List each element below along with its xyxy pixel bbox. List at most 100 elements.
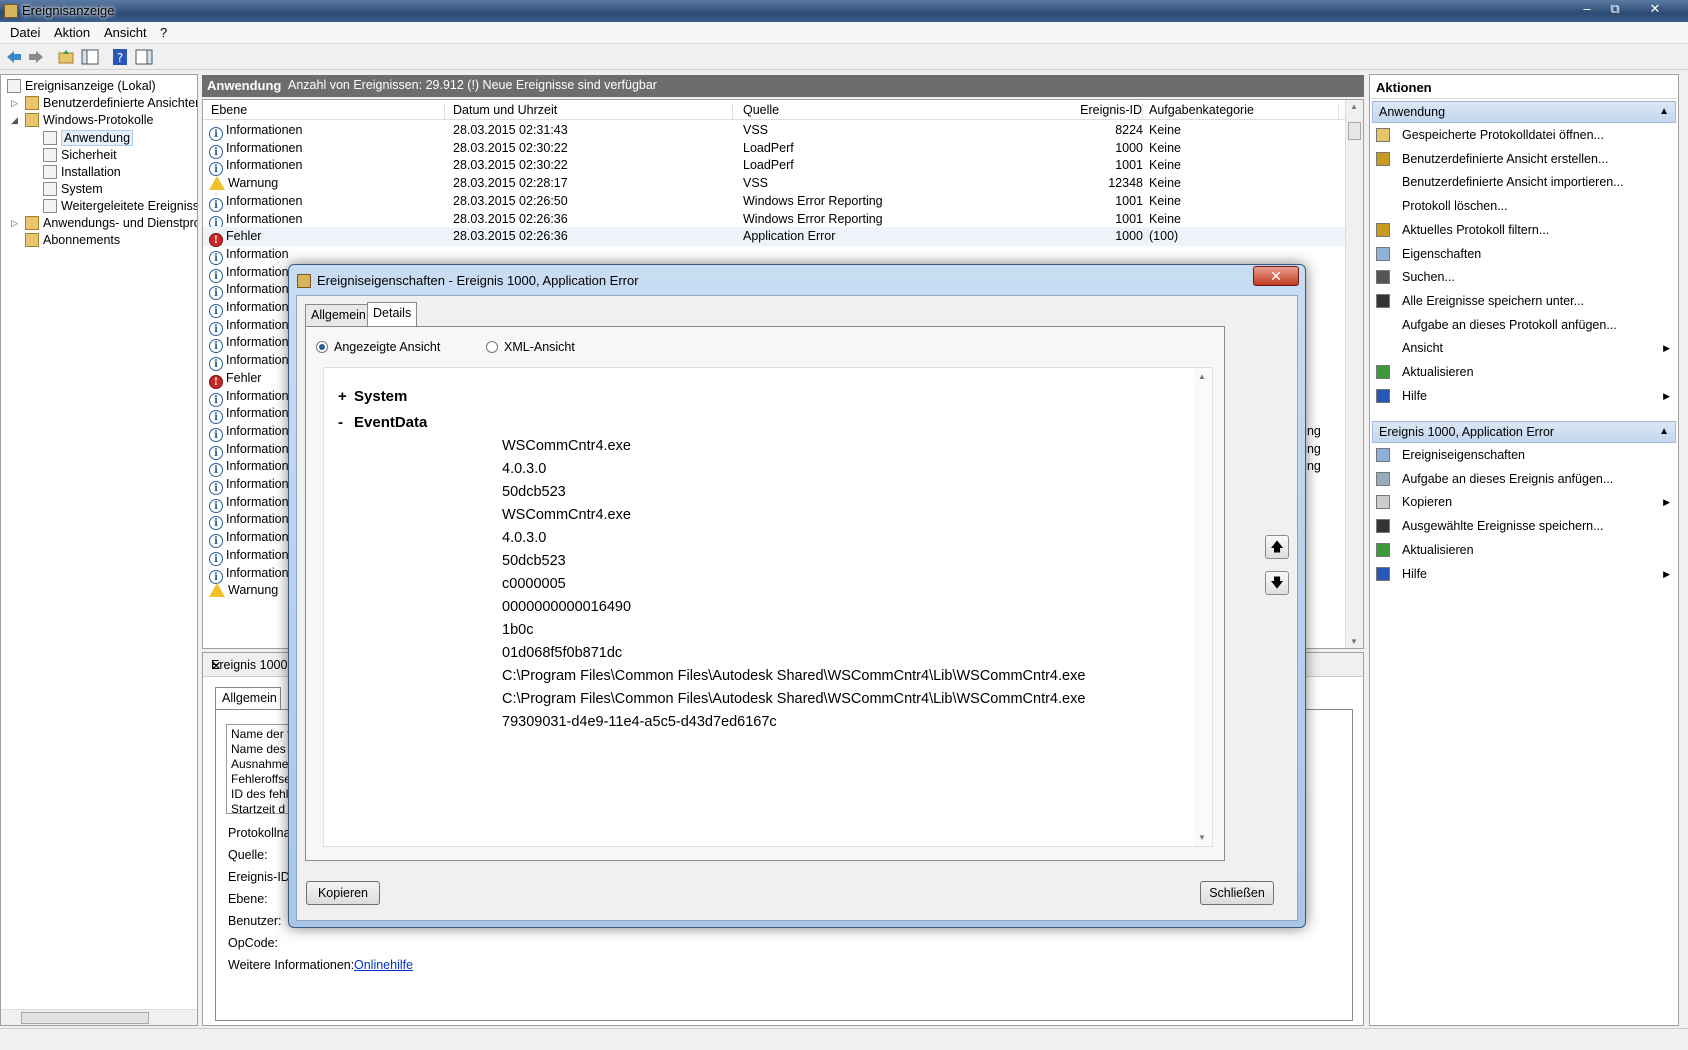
event-list-scrollbar[interactable]: ▲ ▼ <box>1345 100 1363 648</box>
menu-ansicht[interactable]: Ansicht <box>104 25 147 40</box>
forward-icon[interactable] <box>27 48 45 66</box>
action-item[interactable]: Benutzerdefinierte Ansicht importieren..… <box>1376 172 1674 192</box>
action-item[interactable]: Hilfe ▶ <box>1376 564 1674 584</box>
cell-source: Windows Error Reporting <box>743 211 883 226</box>
tree-log-system[interactable]: System <box>43 180 103 198</box>
help-icon[interactable]: ? <box>111 48 129 66</box>
menu-help[interactable]: ? <box>160 25 167 40</box>
scroll-down-arrow[interactable]: ▼ <box>1198 833 1206 842</box>
previous-event-button[interactable]: 🡅 <box>1265 535 1289 559</box>
action-item[interactable]: Ausgewählte Ereignisse speichern... <box>1376 516 1674 536</box>
tab-allgemein[interactable]: Allgemein <box>305 304 372 326</box>
action-item[interactable]: Ereigniseigenschaften <box>1376 445 1674 465</box>
system-section[interactable]: + System <box>338 388 407 405</box>
table-row[interactable]: i Informationen 28.03.2015 02:30:22 LoadPer… <box>203 156 1345 177</box>
close-button[interactable]: Schließen <box>1200 881 1274 905</box>
actions-section-event[interactable]: Ereignis 1000, Application Error ▲ <box>1372 421 1676 443</box>
scrollbar-thumb[interactable] <box>21 1012 149 1024</box>
close-window-button[interactable]: ✕ <box>1642 1 1668 19</box>
menu-aktion[interactable]: Aktion <box>54 25 90 40</box>
action-item[interactable]: Suchen... <box>1376 267 1674 287</box>
action-item[interactable]: Aufgabe an dieses Ereignis anfügen... <box>1376 469 1674 489</box>
copy-button[interactable]: Kopieren <box>306 881 380 905</box>
folder-up-icon[interactable] <box>57 48 75 66</box>
collapse-icon[interactable]: ◢ <box>11 111 18 129</box>
tree-windows-logs[interactable]: ◢ Windows-Protokolle <box>11 111 153 129</box>
cell-category: Keine <box>1149 193 1181 208</box>
preview-tab-allgemein[interactable]: Allgemein <box>215 687 281 709</box>
scroll-up-arrow[interactable]: ▲ <box>1350 102 1358 111</box>
submenu-arrow-icon: ▶ <box>1663 568 1670 579</box>
scrollbar-thumb[interactable] <box>1348 122 1361 140</box>
dialog-close-button[interactable]: ✕ <box>1253 266 1299 286</box>
tree-app-services[interactable]: ▷Anwendungs- und Dienstprotokolle <box>11 214 197 232</box>
online-help-link[interactable]: Onlinehilfe <box>354 958 413 972</box>
action-label: Hilfe <box>1402 388 1428 403</box>
table-row[interactable]: Warnung 28.03.2015 02:28:17 VSS 12348 Keine <box>203 174 1345 193</box>
tab-details[interactable]: Details <box>367 302 418 327</box>
action-item[interactable]: Aktualisieren <box>1376 540 1674 560</box>
table-row[interactable]: i Informationen 28.03.2015 02:30:22 LoadPer… <box>203 139 1345 159</box>
table-row[interactable]: i Informationen 28.03.2015 02:26:36 Windows… <box>203 210 1345 230</box>
action-label: Ausgewählte Ereignisse speichern... <box>1402 519 1604 534</box>
warning-icon <box>209 176 225 191</box>
status-bar <box>0 1028 1688 1050</box>
expand-icon[interactable]: ▷ <box>11 94 18 112</box>
tree-custom-views[interactable]: ▷ Benutzerdefinierte Ansichten <box>11 94 197 112</box>
back-icon[interactable] <box>5 48 23 66</box>
action-item[interactable]: Hilfe ▶ <box>1376 386 1674 406</box>
console-tree: Ereignisanzeige (Lokal) ▷ Benutzerdefinie… <box>0 74 198 1026</box>
restore-button[interactable]: ⧉ <box>1602 1 1628 19</box>
table-row[interactable]: i Informationen 28.03.2015 02:31:43 VSS 8224… <box>203 121 1345 141</box>
eventdata-section[interactable]: - EventData <box>338 414 427 431</box>
table-row[interactable]: i Informationen 28.03.2015 02:26:50 Windows… <box>203 192 1345 212</box>
minimize-button[interactable]: – <box>1574 1 1600 19</box>
tree-root[interactable]: Ereignisanzeige (Lokal) <box>7 77 156 95</box>
properties-icon <box>1376 448 1390 462</box>
action-item[interactable]: Aufgabe an dieses Protokoll anfügen... <box>1376 315 1674 335</box>
menu-datei[interactable]: Datei <box>10 25 40 40</box>
tree-log-installation[interactable]: Installation <box>43 163 121 181</box>
action-item[interactable]: Aktuelles Protokoll filtern... <box>1376 220 1674 240</box>
radio-friendly-view[interactable]: Angezeigte Ansicht <box>316 340 440 354</box>
tree-log-forwarded[interactable]: Weitergeleitete Ereignisse <box>43 197 197 215</box>
expand-sign[interactable]: + <box>338 388 354 405</box>
action-item[interactable]: Protokoll löschen... <box>1376 196 1674 216</box>
section-label: Anwendung <box>1379 105 1446 119</box>
action-item[interactable]: Aktualisieren <box>1376 362 1674 382</box>
col-aufgabenkategorie[interactable]: Aufgabenkategorie <box>1149 103 1339 119</box>
show-hide-actions-icon[interactable] <box>135 48 153 66</box>
radio-label: Angezeigte Ansicht <box>334 340 441 354</box>
viewer-scrollbar[interactable]: ▲ ▼ <box>1194 368 1212 846</box>
log-icon <box>43 165 57 179</box>
tree-subscriptions[interactable]: Abonnements <box>25 231 120 249</box>
action-item[interactable]: Alle Ereignisse speichern unter... <box>1376 291 1674 311</box>
action-item[interactable]: Ansicht ▶ <box>1376 338 1674 358</box>
tree-log-anwendung[interactable]: Anwendung <box>43 129 134 147</box>
collapse-section-icon[interactable]: ▲ <box>1659 106 1669 117</box>
next-event-button[interactable]: 🡇 <box>1265 571 1289 595</box>
tree-log-sicherheit[interactable]: Sicherheit <box>43 146 117 164</box>
scroll-up-arrow[interactable]: ▲ <box>1198 372 1206 381</box>
level-label: Information <box>226 406 289 421</box>
action-item[interactable]: Kopieren ▶ <box>1376 492 1674 512</box>
radio-xml-view[interactable]: XML-Ansicht <box>486 340 575 354</box>
scroll-down-arrow[interactable]: ▼ <box>1350 637 1358 646</box>
col-datum[interactable]: Datum und Uhrzeit <box>453 103 733 119</box>
col-ereignis-id[interactable]: Ereignis-ID <box>1077 103 1143 119</box>
level-label: Information <box>226 264 289 279</box>
action-item[interactable]: Benutzerdefinierte Ansicht erstellen... <box>1376 149 1674 169</box>
event-properties-icon <box>297 274 311 288</box>
submenu-arrow-icon: ▶ <box>1663 390 1670 401</box>
collapse-section-icon[interactable]: ▲ <box>1659 426 1669 437</box>
table-row[interactable]: i Information <box>203 245 1345 265</box>
expand-icon[interactable]: ▷ <box>11 214 18 232</box>
show-hide-tree-icon[interactable] <box>81 48 99 66</box>
col-ebene[interactable]: Ebene <box>211 103 445 119</box>
table-row[interactable]: ! Fehler 28.03.2015 02:26:36 Application Er… <box>203 227 1345 248</box>
tree-horizontal-scrollbar[interactable] <box>1 1009 197 1025</box>
collapse-sign[interactable]: - <box>338 414 354 431</box>
action-item[interactable]: Gespeicherte Protokolldatei öffnen... <box>1376 125 1674 145</box>
actions-section-anwendung[interactable]: Anwendung ▲ <box>1372 101 1676 123</box>
action-item[interactable]: Eigenschaften <box>1376 244 1674 264</box>
